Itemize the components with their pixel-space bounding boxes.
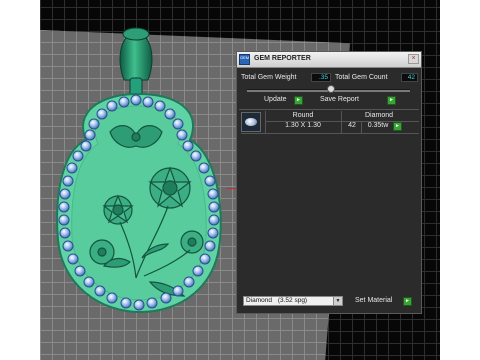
set-material-label: Set Material xyxy=(355,297,393,304)
round-gem-thumbnail-icon xyxy=(241,112,261,132)
gem-reporter-app-icon: GEM xyxy=(239,54,250,65)
material-select-value: Diamond xyxy=(246,297,273,304)
stone-size: 1.30 X 1.30 xyxy=(285,122,321,129)
stone-weight: 0.35tw xyxy=(367,122,389,129)
stone-shape-header: Round xyxy=(292,112,314,119)
panel-title: GEM REPORTER xyxy=(254,55,311,62)
stone-material-header: Diamond xyxy=(364,112,393,119)
panel-titlebar[interactable]: GEM GEM REPORTER × xyxy=(237,52,421,68)
stone-list-empty-area xyxy=(239,135,419,287)
stone-count: 42 xyxy=(348,122,356,129)
update-label: Update xyxy=(264,96,287,103)
stone-list-row[interactable]: Round 1.30 X 1.30 Diamond 42 0.35tw ► xyxy=(241,111,419,134)
save-report-button[interactable]: ► xyxy=(387,96,396,105)
material-select[interactable]: Diamond (3.52 spg) ▼ xyxy=(243,296,343,306)
total-gem-count-label: Total Gem Count xyxy=(335,74,388,81)
set-material-button[interactable]: ► xyxy=(403,297,412,306)
material-row: Diamond (3.52 spg) ▼ Set Material ► xyxy=(241,296,419,308)
total-gem-weight-label: Total Gem Weight xyxy=(241,74,297,81)
material-select-detail: (3.52 spg) xyxy=(277,297,308,304)
gem-reporter-panel: GEM GEM REPORTER × Total Gem Weight .35 … xyxy=(236,51,422,314)
stone-row-go-button[interactable]: ► xyxy=(393,122,402,131)
action-buttons-row: Update ► Save Report ► xyxy=(237,95,423,107)
section-divider xyxy=(239,109,419,110)
totals-row: Total Gem Weight .35 Total Gem Count 42 xyxy=(241,73,419,83)
save-report-label: Save Report xyxy=(320,96,359,103)
total-gem-weight-value: .35 xyxy=(311,73,331,82)
update-button[interactable]: ► xyxy=(294,96,303,105)
size-slider-knob[interactable] xyxy=(327,85,335,93)
total-gem-count-value: 42 xyxy=(401,73,418,82)
pendant-bail xyxy=(119,27,153,99)
close-icon[interactable]: × xyxy=(408,54,419,64)
chevron-down-icon[interactable]: ▼ xyxy=(333,297,342,305)
